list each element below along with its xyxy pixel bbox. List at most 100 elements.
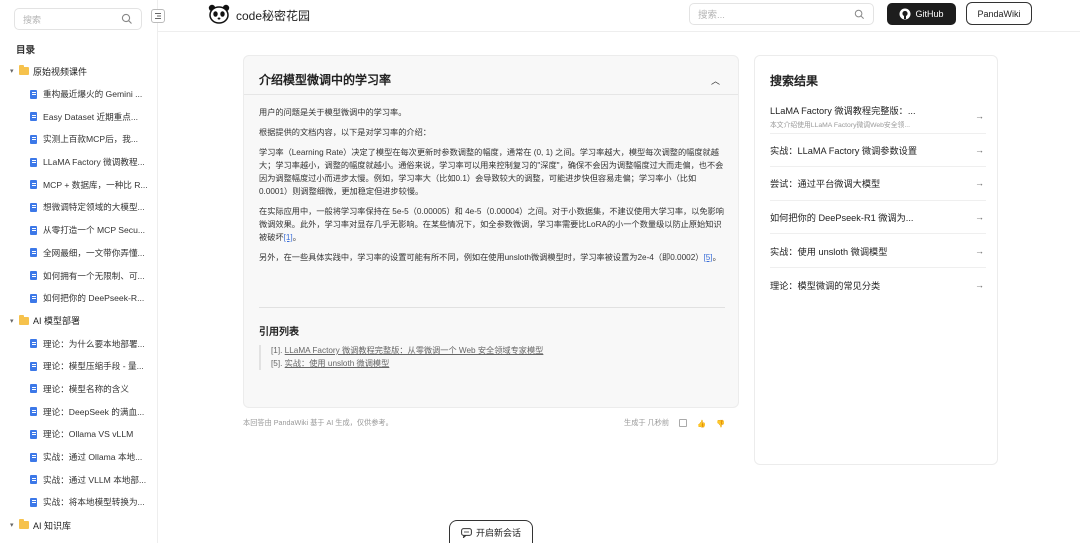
result-item[interactable]: 实战：使用 unsloth 微调模型 → [770, 234, 986, 268]
pandawiki-button[interactable]: PandaWiki [966, 2, 1032, 25]
panda-logo-icon[interactable] [208, 4, 230, 24]
new-chat-button[interactable]: 开启新会话 [449, 520, 533, 543]
reference-link[interactable]: 实战：使用 unsloth 微调模型 [285, 359, 390, 368]
references-list: [1]. LLaMA Factory 微调教程完整版：从零微调一个 Web 安全… [259, 345, 725, 370]
copy-icon[interactable] [679, 419, 688, 427]
doc-item[interactable]: 从零打造一个 MCP Secu... [10, 219, 150, 242]
doc-item[interactable]: 理论：模型压缩手段 - 量... [10, 355, 150, 378]
answer-paragraph: 在实际应用中，一般将学习率保持在 5e-5（0.00005）和 4e-5（0.0… [259, 207, 724, 242]
result-item[interactable]: 尝试：通过平台微调大模型 → [770, 167, 986, 201]
result-title: 尝试：通过平台微调大模型 [770, 179, 881, 190]
doc-label: 理论：DeepSeek 的满血... [43, 406, 145, 417]
document-icon [30, 225, 37, 235]
citation-link[interactable]: [5] [703, 253, 712, 262]
answer-actions: 生成于 几秒前 👍 👎 [624, 418, 725, 428]
folder-item[interactable]: ▾ 原始视频课件 [10, 60, 150, 83]
answer-title: 介绍模型微调中的学习率 [259, 73, 392, 87]
chevron-down-icon[interactable]: ▾ [10, 521, 17, 529]
new-chat-label: 开启新会话 [475, 528, 521, 538]
ai-disclaimer: 本回答由 PandaWiki 基于 AI 生成，仅供参考。 [243, 418, 393, 427]
document-icon [30, 475, 37, 485]
header-search-input[interactable]: 搜索... [689, 3, 874, 25]
doc-label: 从零打造一个 MCP Secu... [43, 225, 146, 236]
citation-link[interactable]: [1] [284, 233, 293, 242]
result-title: 理论：模型微调的常见分类 [770, 280, 881, 291]
github-button[interactable]: GitHub [887, 3, 956, 25]
doc-item[interactable]: 实战：通过 Ollama 本地... [10, 446, 150, 469]
reference-item[interactable]: [1]. LLaMA Factory 微调教程完整版：从零微调一个 Web 安全… [271, 345, 725, 358]
folder-label: AI 知识库 [33, 520, 72, 531]
reference-number: [5]. [271, 358, 283, 368]
folder-icon [19, 65, 29, 76]
doc-item[interactable]: 实战：将本地模型转换为... [10, 491, 150, 514]
doc-item[interactable]: 实战：通过 VLLM 本地部... [10, 468, 150, 491]
folder-item[interactable]: ▾ AI 知识库 [10, 514, 150, 537]
doc-item[interactable]: Easy Dataset 近期重点... [10, 105, 150, 128]
doc-item[interactable]: 重构最近爆火的 Gemini ... [10, 83, 150, 106]
doc-label: 实战：将本地模型转换为... [43, 497, 145, 508]
top-header: code秘密花园 搜索... GitHub PandaWiki [158, 0, 1080, 32]
chevron-down-icon[interactable]: ▾ [10, 67, 17, 75]
answer-paragraph: 用户的问题是关于模型微调中的学习率。 [259, 108, 407, 117]
arrow-right-icon: → [975, 245, 984, 256]
site-brand[interactable]: code秘密花园 [236, 7, 310, 24]
doc-item[interactable]: 如何拥有一个无限制、可... [10, 264, 150, 287]
result-title: LLaMA Factory 微调教程完整版：... [770, 106, 916, 117]
thumbs-down-icon[interactable]: 👎 [716, 419, 725, 428]
chevron-up-icon[interactable]: ︿ [711, 74, 720, 87]
document-icon [30, 271, 37, 281]
answer-body: 用户的问题是关于模型微调中的学习率。 根据提供的文档内容，以下是对学习率的介绍：… [259, 106, 725, 271]
arrow-right-icon: → [975, 178, 984, 189]
doc-item[interactable]: 理论：模型名称的含义 [10, 378, 150, 401]
document-icon [30, 180, 37, 190]
answer-paragraph-text: 另外，在一些具体实践中，学习率的设置可能有所不同，例如在使用unsloth微调模… [259, 253, 704, 262]
document-icon [30, 293, 37, 303]
document-icon [30, 248, 37, 258]
sidebar: 搜索 目录 ▾ 原始视频课件 重构最近爆火的 Gemini ... Easy Da… [0, 0, 158, 543]
result-title: 实战：LLaMA Factory 微调参数设置 [770, 145, 918, 156]
folder-item[interactable]: ▾ AI 模型部署 [10, 310, 150, 333]
document-icon [30, 89, 37, 99]
reference-item[interactable]: [5]. 实战：使用 unsloth 微调模型 [271, 358, 725, 371]
chat-bubble-icon [461, 527, 472, 538]
chevron-down-icon[interactable]: ▾ [10, 317, 17, 325]
arrow-right-icon: → [975, 111, 984, 122]
doc-item[interactable]: 如何把你的 DeePseek-R... [10, 287, 150, 310]
doc-label: 想微调特定领域的大模型... [43, 202, 145, 213]
result-item[interactable]: LLaMA Factory 微调教程完整版：... 本文介绍使用LLaMA Fac… [770, 100, 986, 134]
search-icon[interactable] [121, 13, 133, 25]
result-title: 实战：使用 unsloth 微调模型 [770, 246, 888, 257]
answer-paragraph: 学习率（Learning Rate）决定了模型在每次更新时参数调整的幅度，通常在… [259, 148, 724, 196]
divider [259, 307, 725, 308]
document-icon [30, 134, 37, 144]
arrow-right-icon: → [975, 144, 984, 155]
thumbs-up-icon[interactable]: 👍 [697, 419, 706, 428]
search-results-panel: 搜索结果 LLaMA Factory 微调教程完整版：... 本文介绍使用LLaM… [754, 55, 998, 465]
result-item[interactable]: 如何把你的 DeePseek-R1 微调为... → [770, 201, 986, 235]
sidebar-search-input[interactable]: 搜索 [14, 8, 142, 30]
document-icon [30, 497, 37, 507]
doc-item[interactable]: 理论：为什么要本地部署... [10, 332, 150, 355]
document-icon [30, 112, 37, 122]
doc-item[interactable]: 想微调特定领域的大模型... [10, 196, 150, 219]
doc-label: 实战：通过 Ollama 本地... [43, 452, 143, 463]
doc-label: 如何拥有一个无限制、可... [43, 270, 145, 281]
folder-label: 原始视频课件 [33, 66, 88, 77]
folder-icon [19, 519, 29, 530]
answer-paragraph: 根据提供的文档内容，以下是对学习率的介绍： [259, 128, 431, 137]
doc-item[interactable]: MCP + 数据库，一种比 R... [10, 173, 150, 196]
reference-link[interactable]: LLaMA Factory 微调教程完整版：从零微调一个 Web 安全领域专家模… [285, 346, 544, 355]
doc-item[interactable]: 理论：DeepSeek 的满血... [10, 400, 150, 423]
result-title: 如何把你的 DeePseek-R1 微调为... [770, 213, 914, 224]
doc-item[interactable]: 实测上百款MCP后，我... [10, 128, 150, 151]
doc-item[interactable]: LLaMA Factory 微调教程... [10, 151, 150, 174]
doc-label: 理论：模型名称的含义 [43, 383, 129, 394]
doc-label: 如何把你的 DeePseek-R... [43, 293, 145, 304]
github-icon [899, 8, 911, 20]
doc-item[interactable]: 理论：Ollama VS vLLM [10, 423, 150, 446]
folder-label: AI 模型部署 [33, 316, 81, 327]
result-item[interactable]: 实战：LLaMA Factory 微调参数设置 → [770, 134, 986, 168]
doc-item[interactable]: 全网最细，一文带你弄懂... [10, 242, 150, 265]
result-item[interactable]: 理论：模型微调的常见分类 → [770, 268, 986, 302]
search-icon[interactable] [854, 9, 865, 20]
